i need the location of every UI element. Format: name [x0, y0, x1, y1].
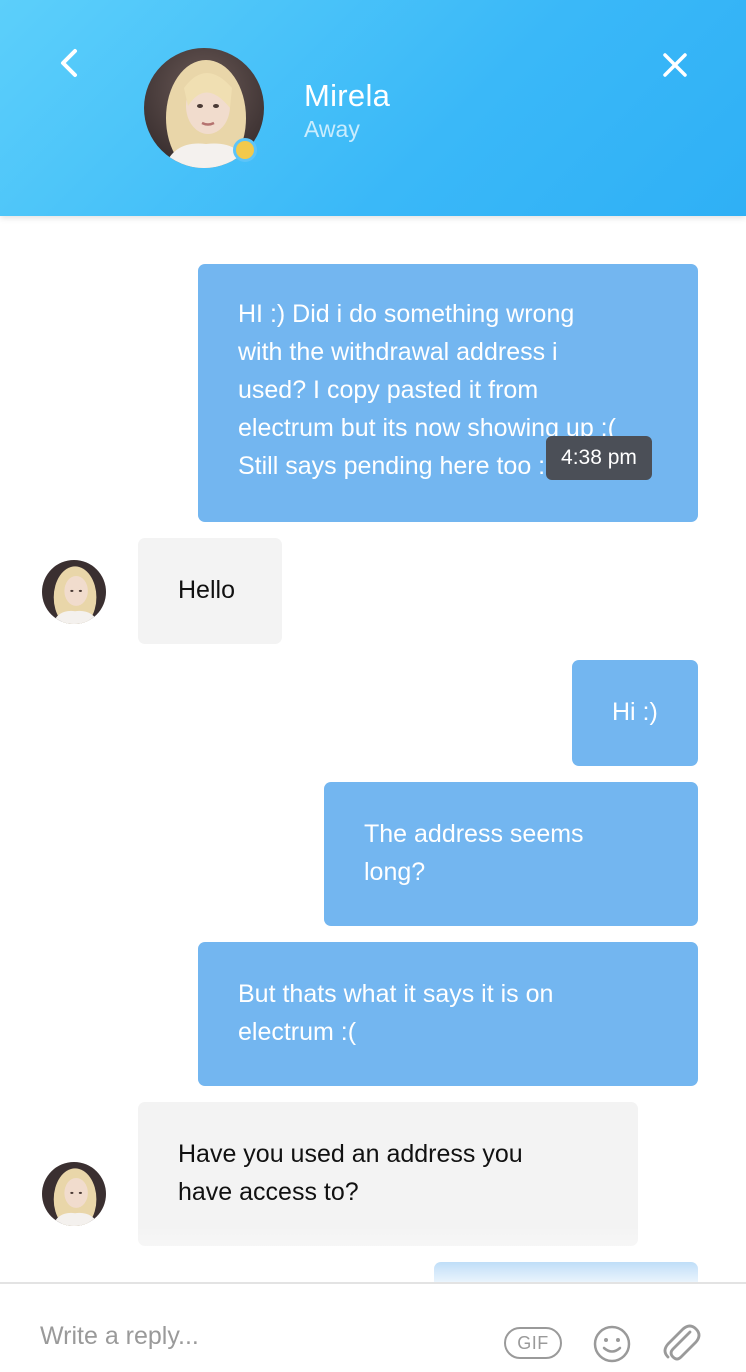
timestamp-tooltip: 4:38 pm — [546, 436, 652, 480]
message-outgoing[interactable]: But thats what it says it is on electrum… — [198, 942, 698, 1086]
message-line: have access to? — [178, 1178, 359, 1206]
chevron-left-icon — [61, 49, 77, 77]
reply-input[interactable] — [40, 1314, 480, 1358]
smiley-icon — [593, 1325, 631, 1363]
message-line: Hello — [178, 576, 235, 604]
message-line: used? I copy pasted it from — [238, 376, 539, 404]
presence-status-dot — [233, 138, 257, 162]
message-line: HI :) Did i do something wrong — [238, 300, 575, 328]
close-icon — [663, 53, 687, 77]
close-button[interactable] — [652, 42, 698, 88]
message-line: Have you used an address you — [178, 1140, 523, 1168]
message-line: with the withdrawal address i — [238, 338, 558, 366]
contact-name: Mirela — [304, 78, 391, 113]
message-line: Hi :) — [612, 698, 658, 726]
emoji-button[interactable] — [592, 1324, 632, 1364]
message-line: But thats what it says it is on — [238, 980, 554, 1008]
contact-status: Away — [304, 116, 360, 142]
sender-avatar[interactable] — [42, 1162, 106, 1226]
message-incoming[interactable]: Have you used an address you have access… — [138, 1102, 638, 1246]
sender-avatar[interactable] — [42, 560, 106, 624]
message-list[interactable]: HI :) Did i do something wrong with the … — [0, 216, 746, 1282]
chat-header: Mirela Away — [0, 0, 746, 216]
message-line: long? — [364, 858, 426, 886]
avatar-image — [42, 560, 106, 624]
message-line: electrum :( — [238, 1018, 357, 1046]
paperclip-icon — [663, 1324, 701, 1361]
reply-composer: GIF — [0, 1282, 746, 1372]
message-incoming[interactable]: Hello — [138, 538, 282, 644]
message-line: The address seems — [364, 820, 584, 848]
message-outgoing[interactable]: The address seems long? — [324, 782, 698, 926]
attach-button[interactable] — [660, 1320, 702, 1366]
message-outgoing[interactable]: HI :) Did i do something wrong with the … — [198, 264, 698, 522]
message-outgoing[interactable]: Hi :) — [572, 660, 698, 766]
back-button[interactable] — [46, 40, 92, 86]
avatar-image — [42, 1162, 106, 1226]
message-outgoing[interactable] — [434, 1262, 698, 1282]
gif-button[interactable]: GIF — [504, 1327, 562, 1359]
